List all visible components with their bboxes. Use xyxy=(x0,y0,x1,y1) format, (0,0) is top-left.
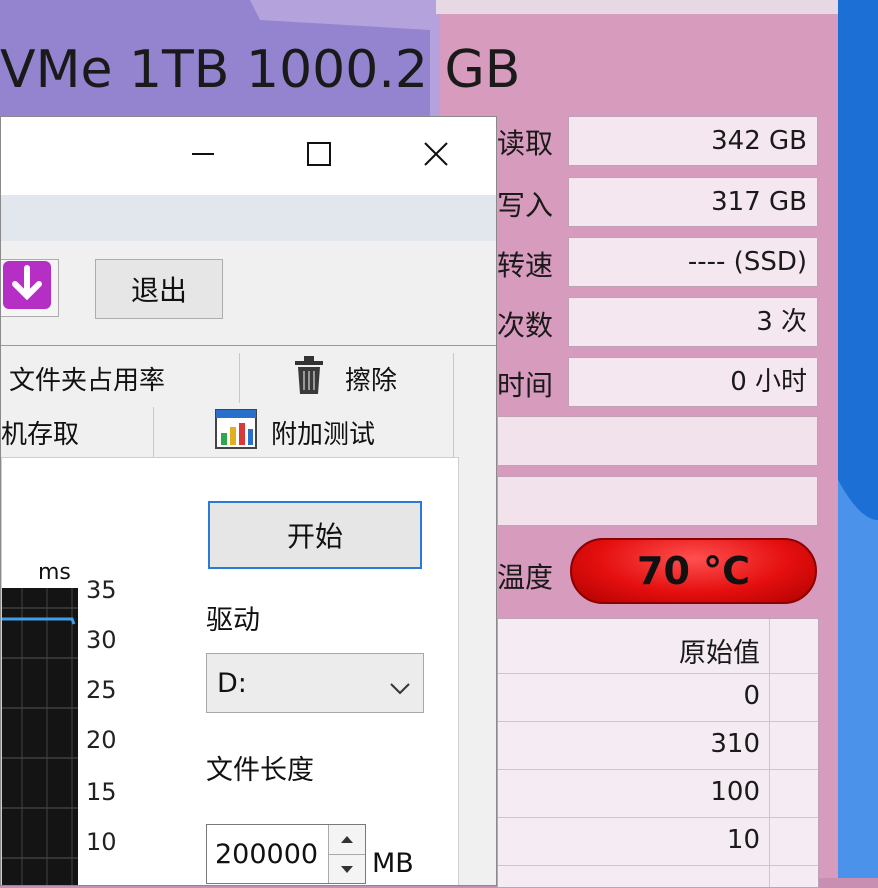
tab-divider xyxy=(153,407,154,457)
temperature-label: 温度 xyxy=(497,561,554,594)
exit-button[interactable]: 退出 xyxy=(95,259,223,319)
file-length-input[interactable]: 200000 xyxy=(206,824,366,884)
disk-model-title: VMe 1TB 1000.2 GB xyxy=(0,40,521,100)
y-tick-label: 20 xyxy=(86,726,117,754)
write-label: 写入 xyxy=(497,189,554,222)
drive-label: 驱动 xyxy=(206,605,260,636)
power-hours-label: 时间 xyxy=(497,369,554,402)
toolbar-divider xyxy=(1,345,496,346)
power-hours-value: 0 小时 xyxy=(568,357,818,407)
tab-folder-usage[interactable]: 文件夹占用率 xyxy=(1,353,239,403)
chevron-down-icon xyxy=(389,672,411,703)
tab-label: 文件夹占用率 xyxy=(9,365,166,396)
file-length-value: 200000 xyxy=(215,838,319,870)
smart-table: 原始值 0 310 100 10 xyxy=(497,618,819,888)
tab-divider xyxy=(239,353,240,403)
test-panel: ms 35 30 25 20 15 10 开始 驱动 D: 文件长度 20000… xyxy=(1,457,459,885)
power-count-label: 次数 xyxy=(497,309,554,342)
power-count-value: 3 次 xyxy=(568,297,818,347)
maximize-icon xyxy=(306,141,332,171)
table-row-divider xyxy=(498,817,818,818)
menu-bar xyxy=(1,195,496,241)
write-value: 317 GB xyxy=(568,177,818,227)
trash-icon xyxy=(291,355,327,402)
stepper-down-icon[interactable] xyxy=(329,855,365,883)
tab-divider xyxy=(453,353,454,463)
graph-canvas xyxy=(2,588,78,885)
close-button[interactable] xyxy=(406,117,466,195)
download-button[interactable] xyxy=(1,259,59,317)
minimize-icon xyxy=(190,141,216,171)
table-row: 0 xyxy=(743,681,760,711)
latency-graph xyxy=(2,588,78,885)
y-tick-label: 25 xyxy=(86,676,117,704)
minimize-button[interactable] xyxy=(173,117,233,195)
table-divider xyxy=(769,619,770,887)
rotation-value: ---- (SSD) xyxy=(568,237,818,287)
table-row: 310 xyxy=(710,729,760,759)
y-tick-label: 30 xyxy=(86,626,117,654)
file-length-stepper[interactable] xyxy=(328,825,365,883)
tab-label: 附加测试 xyxy=(271,419,376,450)
stepper-up-icon[interactable] xyxy=(329,825,365,855)
drive-select[interactable]: D: xyxy=(206,653,424,713)
table-row-divider xyxy=(498,769,818,770)
download-arrow-icon xyxy=(2,260,52,317)
table-row-divider xyxy=(498,721,818,722)
close-icon xyxy=(423,141,449,171)
y-tick-label: 15 xyxy=(86,778,117,806)
tab-label: 擦除 xyxy=(345,365,398,396)
tab-random-access[interactable]: 机存取 xyxy=(1,407,153,457)
table-row-divider xyxy=(498,865,818,866)
read-label: 读取 xyxy=(497,127,554,160)
read-value: 342 GB xyxy=(568,116,818,166)
maximize-button[interactable] xyxy=(289,117,349,195)
graph-unit-label: ms xyxy=(38,560,71,585)
raw-value-header: 原始值 xyxy=(679,638,760,669)
tab-label: 机存取 xyxy=(1,419,80,450)
y-tick-label: 35 xyxy=(86,576,117,604)
temperature-badge: 70 °C xyxy=(570,538,817,604)
window-titlebar xyxy=(1,117,496,195)
y-tick-label: 10 xyxy=(86,828,117,856)
tab-erase[interactable]: 擦除 xyxy=(291,353,397,403)
tab-extra-tests[interactable]: 附加测试 xyxy=(215,407,375,457)
rotation-label: 转速 xyxy=(497,249,554,282)
table-row: 100 xyxy=(710,777,760,807)
benchmark-window: 退出 文件夹占用率 擦除 机存取 附加测试 ms 35 30 25 20 15 … xyxy=(0,116,497,886)
file-length-unit: MB xyxy=(372,848,414,879)
start-button[interactable]: 开始 xyxy=(208,501,422,569)
chart-icon xyxy=(215,408,257,456)
file-length-label: 文件长度 xyxy=(206,755,314,786)
table-row: 10 xyxy=(726,825,760,855)
drive-select-value: D: xyxy=(217,667,247,699)
table-row-divider xyxy=(498,673,818,674)
empty-info-field-2 xyxy=(497,476,818,526)
empty-info-field-1 xyxy=(497,416,818,466)
